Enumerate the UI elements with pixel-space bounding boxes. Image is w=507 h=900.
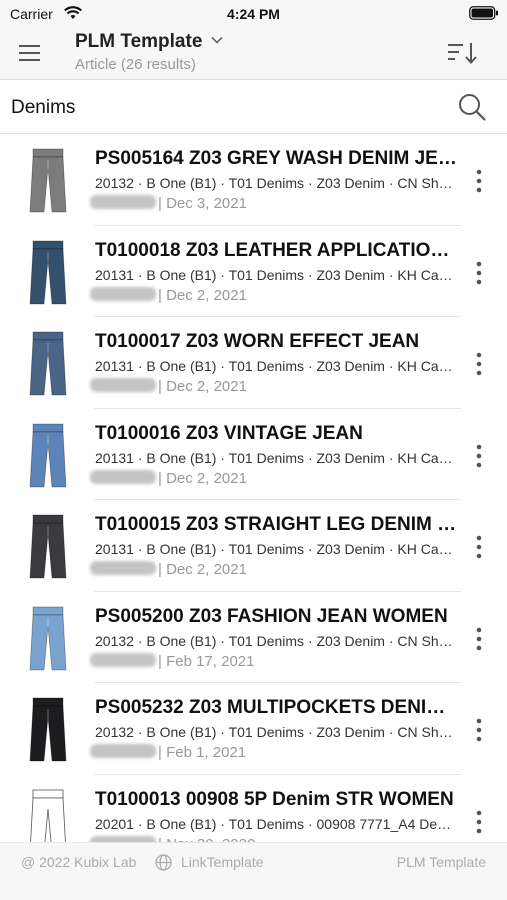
article-updated: | Feb 1, 2021 [90,744,246,761]
hamburger-menu-icon[interactable] [18,41,42,65]
jeans-black-icon [29,697,67,762]
more-vertical-icon[interactable] [469,534,489,560]
more-vertical-icon[interactable] [469,809,489,835]
list-item[interactable]: T0100016 Z03 VINTAGE JEAN 20131 · B One (… [0,409,507,500]
jeans-dark-blue-icon [29,240,67,304]
article-updated: | Dec 2, 2021 [90,286,247,304]
copyright-text: @ 2022 Kubix Lab [21,854,137,870]
more-vertical-icon[interactable] [469,168,489,194]
article-meta: 20201 · B One (B1) · T01 Denims · 00908 … [95,815,453,832]
article-date: | Feb 1, 2021 [158,744,247,761]
more-vertical-icon[interactable] [469,717,489,743]
page-title: PLM Template [75,31,203,52]
list-item[interactable]: PS005164 Z03 GREY WASH DENIM JEAN 20132 ·… [0,134,507,226]
jeans-worn-icon [29,331,67,396]
jeans-grey-icon [29,148,67,213]
search-input[interactable]: Denims [11,97,75,119]
redacted-author [90,652,156,667]
redacted-author [90,195,156,209]
article-date: | Dec 2, 2021 [158,286,247,304]
clock: 4:24 PM [227,6,280,22]
article-meta: 20131 · B One (B1) · T01 Denims · Z03 De… [95,541,453,557]
article-date: | Dec 2, 2021 [158,378,247,395]
article-list: PS005164 Z03 GREY WASH DENIM JEAN 20132 ·… [0,134,507,842]
list-item[interactable]: T0100017 Z03 WORN EFFECT JEAN 20131 · B O… [0,317,507,409]
article-date: | Feb 17, 2021 [158,652,255,670]
more-vertical-icon[interactable] [469,443,489,469]
article-updated: | Dec 3, 2021 [90,195,247,212]
article-updated: | Dec 2, 2021 [90,378,247,395]
article-date: | Dec 2, 2021 [158,469,247,487]
article-title: PS005200 Z03 FASHION JEAN WOMEN [95,605,448,627]
article-title: T0100013 00908 5P Denim STR WOMEN [95,788,454,810]
list-item[interactable]: T0100018 Z03 LEATHER APPLICATION JEAN 201… [0,226,507,317]
list-item[interactable]: PS005232 Z03 MULTIPOCKETS DENIM JEAN 2013… [0,683,507,775]
footer: @ 2022 Kubix Lab LinkTemplate PLM Templa… [0,842,507,900]
list-item[interactable]: PS005200 Z03 FASHION JEAN WOMEN 20132 · B… [0,592,507,683]
redacted-author [90,378,156,392]
more-vertical-icon[interactable] [469,260,489,286]
article-date: | Dec 2, 2021 [158,561,247,578]
article-title: T0100015 Z03 STRAIGHT LEG DENIM JEAN [95,514,457,535]
link-template[interactable]: LinkTemplate [181,854,264,870]
article-meta: 20132 · B One (B1) · T01 Denims · Z03 De… [95,632,453,649]
article-updated: | Feb 17, 2021 [90,652,255,670]
more-vertical-icon[interactable] [469,626,489,652]
article-meta: 20132 · B One (B1) · T01 Denims · Z03 De… [95,175,453,191]
list-item[interactable]: T0100015 Z03 STRAIGHT LEG DENIM JEAN 2013… [0,500,507,592]
article-date: | Dec 3, 2021 [158,195,247,212]
footer-app-name: PLM Template [396,854,486,870]
results-count: Article (26 results) [75,56,196,73]
template-selector[interactable]: PLM Template [75,31,223,53]
navigation-bar: PLM Template Article (26 results) [0,30,507,80]
chevron-down-icon [211,36,223,44]
redacted-author [90,744,156,758]
globe-icon [155,854,172,871]
jeans-black-icon [29,514,67,579]
status-bar: Carrier 4:24 PM [0,0,507,30]
sort-icon[interactable] [447,40,479,66]
jeans-light-blue-icon [29,606,67,670]
redacted-author [90,286,156,301]
article-title: T0100016 Z03 VINTAGE JEAN [95,422,363,444]
article-updated: | Dec 2, 2021 [90,561,247,578]
search-icon[interactable] [457,92,487,122]
redacted-author [90,561,156,575]
jeans-vintage-icon [29,423,67,487]
article-title: PS005164 Z03 GREY WASH DENIM JEAN [95,148,457,169]
article-meta: 20131 · B One (B1) · T01 Denims · Z03 De… [95,266,453,283]
article-title: PS005232 Z03 MULTIPOCKETS DENIM JEAN [95,697,457,718]
article-updated: | Dec 2, 2021 [90,469,247,487]
article-title: T0100017 Z03 WORN EFFECT JEAN [95,331,420,352]
list-item[interactable]: T0100013 00908 5P Denim STR WOMEN 20201 ·… [0,775,507,842]
article-meta: 20132 · B One (B1) · T01 Denims · Z03 De… [95,724,453,740]
jeans-sketch-icon [30,789,66,842]
article-title: T0100018 Z03 LEATHER APPLICATION JEAN [95,239,457,261]
article-meta: 20131 · B One (B1) · T01 Denims · Z03 De… [95,358,453,374]
redacted-author [90,469,156,484]
battery-icon [469,6,498,20]
more-vertical-icon[interactable] [469,351,489,377]
search-bar[interactable]: Denims [0,80,507,134]
article-meta: 20131 · B One (B1) · T01 Denims · Z03 De… [95,449,453,466]
